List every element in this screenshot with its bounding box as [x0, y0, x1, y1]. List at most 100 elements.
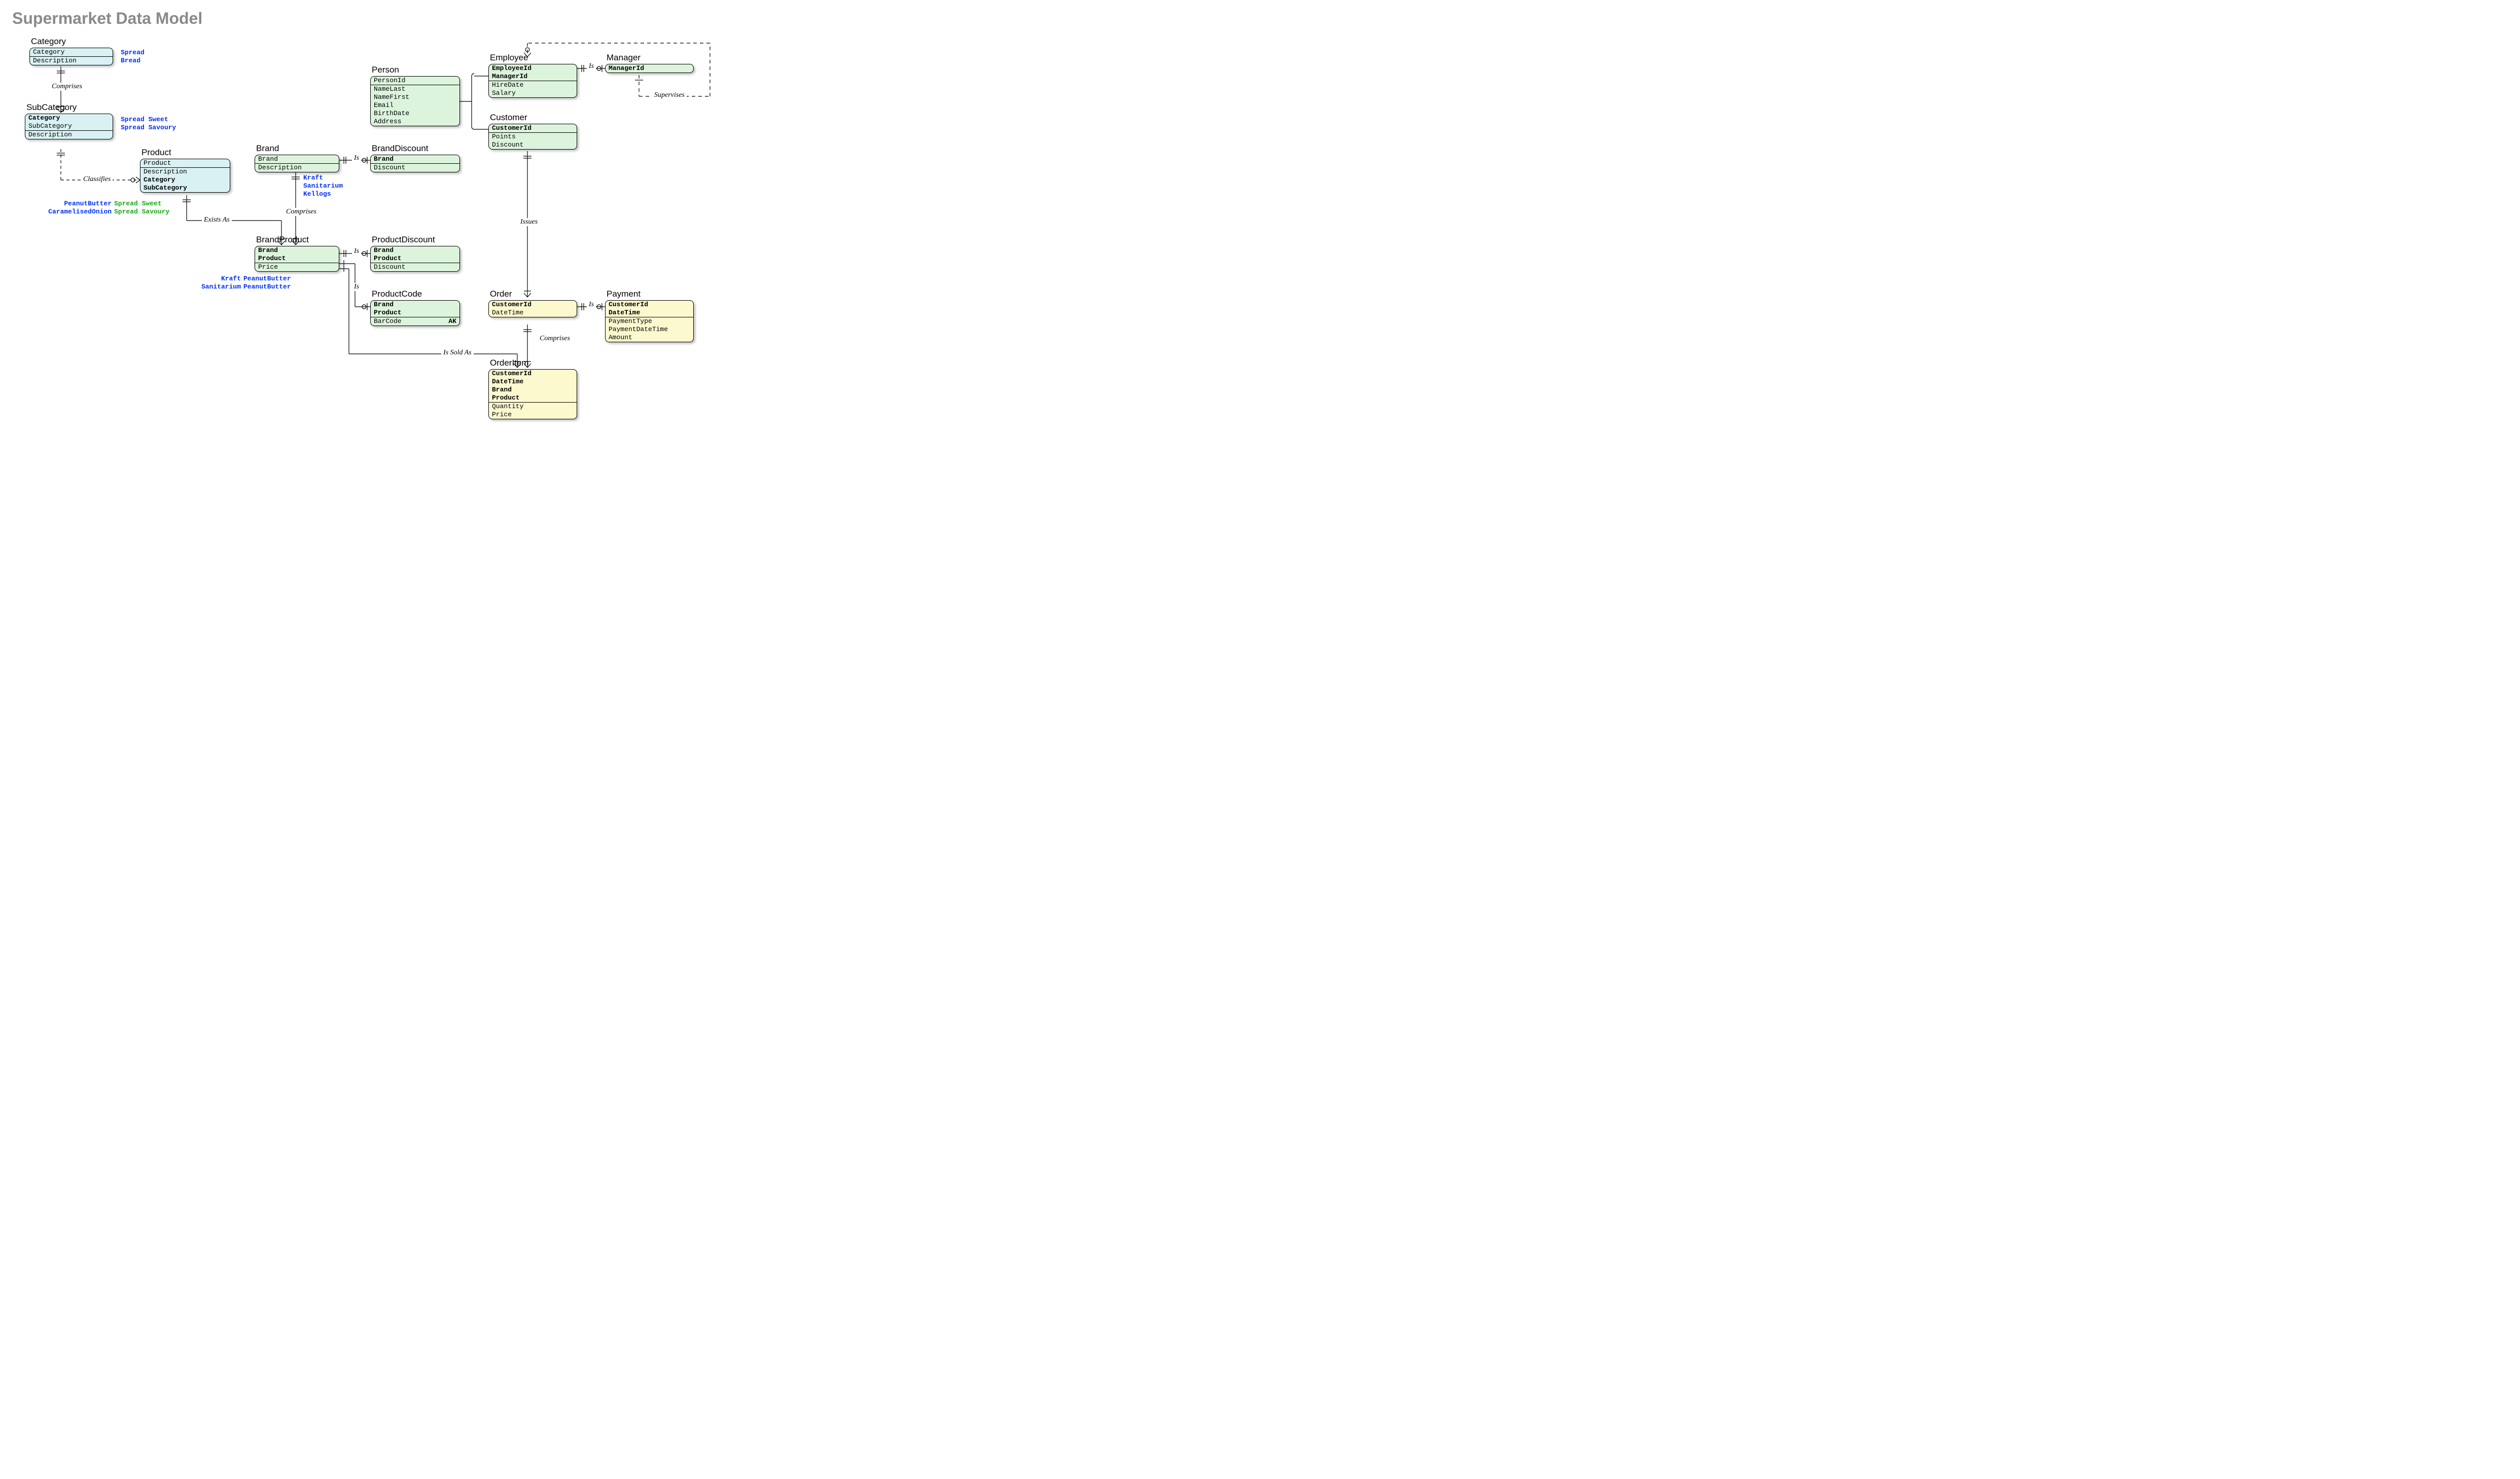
- entity-payment: Payment CustomerId DateTime PaymentType …: [605, 289, 694, 342]
- attr: BarCode AK: [371, 317, 459, 326]
- note-brand: Kraft Sanitarium Kellogs: [303, 174, 343, 198]
- attr: Brand: [371, 301, 459, 309]
- attr: DateTime: [489, 378, 577, 386]
- entity-branddiscount: BrandDiscount Brand Discount: [370, 143, 460, 172]
- note-line: Spread: [121, 49, 145, 57]
- attr: Price: [255, 263, 339, 271]
- attr: NameLast: [371, 85, 459, 93]
- note-line: Bread: [121, 57, 145, 65]
- entity-caption: Brand: [255, 143, 339, 155]
- attr: Quantity: [489, 403, 577, 411]
- entity-caption: BrandProduct: [255, 235, 339, 246]
- rel-comprises-3: Comprises: [538, 335, 572, 343]
- entity-productdiscount: ProductDiscount Brand Product Discount: [370, 235, 460, 272]
- note-line: Sanitarium: [303, 182, 343, 190]
- attr: Brand: [371, 246, 459, 255]
- note-bp-b: PeanutButter PeanutButter: [243, 275, 291, 291]
- attr: Email: [371, 101, 459, 110]
- note-line: Spread Sweet: [114, 200, 169, 208]
- attr: PaymentDateTime: [606, 326, 693, 334]
- attr: Description: [30, 57, 113, 65]
- attr: EmployeeId: [489, 64, 577, 73]
- note-product-a: PeanutButter CaramelisedOnion: [46, 200, 112, 216]
- attr: Description: [25, 131, 113, 139]
- rel-supervises: Supervises: [652, 91, 687, 99]
- attr: Category: [30, 48, 113, 56]
- entity-caption: Product: [140, 148, 230, 159]
- entity-brand: Brand Brand Description: [255, 143, 339, 172]
- attr: CustomerId: [489, 370, 577, 378]
- entity-brandproduct: BrandProduct Brand Product Price: [255, 235, 339, 272]
- attr: Category: [25, 114, 113, 122]
- attr: Product: [489, 394, 577, 402]
- entity-caption: SubCategory: [25, 102, 113, 114]
- diagram-canvas: Supermarket Data Model: [0, 0, 740, 435]
- entity-manager: Manager ManagerId: [605, 53, 694, 73]
- attr: Salary: [489, 89, 577, 97]
- attr: PersonId: [371, 77, 459, 85]
- entity-caption: BrandDiscount: [370, 143, 460, 155]
- note-subcategory: Spread Sweet Spread Savoury: [121, 116, 176, 132]
- attr: Discount: [489, 141, 577, 149]
- entity-employee: Employee EmployeeId ManagerId HireDate S…: [488, 53, 577, 98]
- entity-caption: Payment: [605, 289, 694, 300]
- attr: Product: [140, 159, 230, 167]
- entity-orderitem: OrderItem CustomerId DateTime Brand Prod…: [488, 358, 577, 419]
- attr: Address: [371, 118, 459, 126]
- rel-classifies: Classifies: [81, 175, 113, 184]
- attr: PaymentType: [606, 317, 693, 326]
- attr: Description: [140, 168, 230, 176]
- entity-caption: Manager: [605, 53, 694, 64]
- note-line: PeanutButter: [243, 283, 291, 291]
- attr: Brand: [255, 246, 339, 255]
- note-product-b: Spread Sweet Spread Savoury: [114, 200, 169, 216]
- note-line: Kellogs: [303, 190, 343, 198]
- entity-caption: Order: [488, 289, 577, 300]
- attr: CustomerId: [489, 301, 577, 309]
- attr: Brand: [489, 386, 577, 394]
- note-line: Spread Savoury: [121, 124, 176, 132]
- attr: ManagerId: [606, 64, 693, 73]
- entity-caption: ProductDiscount: [370, 235, 460, 246]
- attr: Category: [140, 176, 230, 184]
- attr: Brand: [255, 155, 339, 163]
- entity-caption: Category: [29, 37, 113, 48]
- note-bp-a: Kraft Sanitarium: [195, 275, 241, 291]
- attr: ManagerId: [489, 73, 577, 81]
- entity-product: Product Product Description Category Sub…: [140, 148, 230, 193]
- entity-productcode: ProductCode Brand Product BarCode AK: [370, 289, 460, 326]
- rel-is-pay: Is: [587, 301, 596, 309]
- attr: Discount: [371, 263, 459, 271]
- note-line: Kraft: [195, 275, 241, 283]
- attr: DateTime: [606, 309, 693, 317]
- attr: Amount: [606, 334, 693, 342]
- rel-is-pc: Is: [352, 283, 361, 291]
- entity-caption: Employee: [488, 53, 577, 64]
- note-category: Spread Bread: [121, 49, 145, 65]
- rel-issues: Issues: [518, 218, 540, 226]
- rel-is-emp: Is: [587, 62, 596, 70]
- attr-text: BarCode: [374, 317, 402, 325]
- rel-existsas: Exists As: [202, 216, 232, 224]
- entity-caption: OrderItem: [488, 358, 577, 369]
- entity-order: Order CustomerId DateTime: [488, 289, 577, 317]
- entity-customer: Customer CustomerId Points Discount: [488, 113, 577, 150]
- diagram-title: Supermarket Data Model: [12, 9, 202, 28]
- rel-comprises-1: Comprises: [50, 83, 84, 91]
- attr: CustomerId: [606, 301, 693, 309]
- attr: HireDate: [489, 81, 577, 89]
- note-line: Spread Sweet: [121, 116, 176, 124]
- rel-is-pd: Is: [352, 247, 361, 256]
- entity-caption: ProductCode: [370, 289, 460, 300]
- entity-category: Category Category Description: [29, 37, 113, 65]
- rel-comprises-2: Comprises: [284, 208, 318, 216]
- attr: Description: [255, 164, 339, 172]
- rel-is-bd: Is: [352, 154, 361, 162]
- note-line: Kraft: [303, 174, 343, 182]
- note-line: CaramelisedOnion: [46, 208, 112, 216]
- attr: BirthDate: [371, 110, 459, 118]
- attr: Product: [371, 255, 459, 263]
- attr: Product: [255, 255, 339, 263]
- entity-caption: Customer: [488, 113, 577, 124]
- attr: CustomerId: [489, 124, 577, 132]
